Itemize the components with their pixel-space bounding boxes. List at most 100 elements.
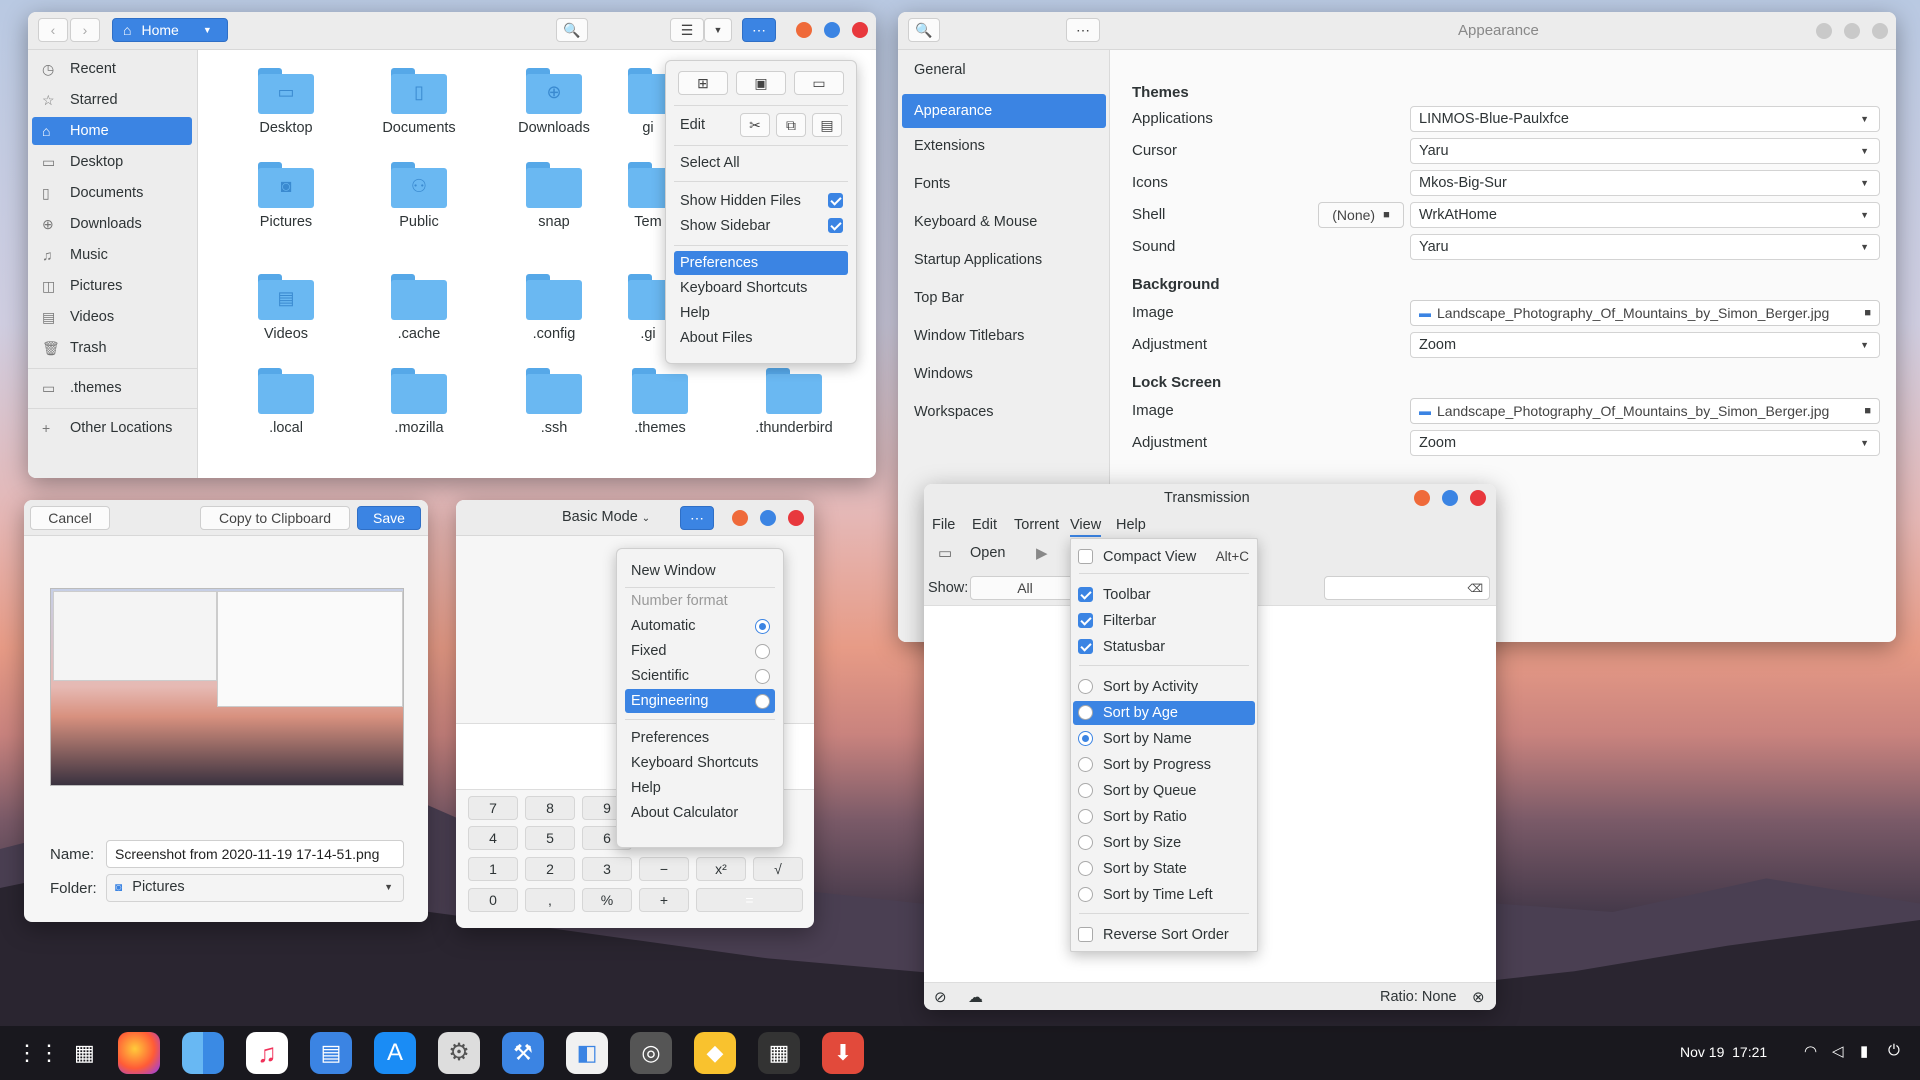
copy-to-clipboard-button[interactable]: Copy to Clipboard <box>200 506 350 530</box>
sort-age-radio[interactable] <box>1078 705 1093 720</box>
sort-queue-radio[interactable] <box>1078 783 1093 798</box>
path-bar-home[interactable]: ⌂ Home ▼ <box>112 18 228 42</box>
menu-item-sort-size[interactable]: Sort by Size <box>1097 831 1249 855</box>
app-grid-icon[interactable]: ⋮⋮ <box>16 1040 60 1066</box>
nav-top-bar[interactable]: Top Bar <box>902 284 1106 312</box>
folder-item[interactable]: .themes <box>600 368 720 436</box>
firefox-icon[interactable] <box>118 1032 160 1074</box>
bg-image-file-button[interactable]: ▬ Landscape_Photography_Of_Mountains_by_… <box>1410 300 1880 326</box>
nav-window-titlebars[interactable]: Window Titlebars <box>902 322 1106 350</box>
menu-item-fixed[interactable]: Fixed <box>625 639 775 663</box>
save-button[interactable]: Save <box>357 506 421 530</box>
close-button[interactable] <box>852 22 868 38</box>
sidebar-item-music[interactable]: ♫ Music <box>32 241 192 269</box>
volume-icon[interactable]: ◁ <box>1832 1042 1844 1060</box>
nav-startup-applications[interactable]: Startup Applications <box>902 246 1106 274</box>
sort-time-left-radio[interactable] <box>1078 887 1093 902</box>
menu-item-sort-ratio[interactable]: Sort by Ratio <box>1097 805 1249 829</box>
back-button[interactable]: ‹ <box>38 18 68 42</box>
key-subtract[interactable]: − <box>639 857 689 881</box>
menu-item-show-sidebar[interactable]: Show Sidebar <box>674 214 848 238</box>
search-button[interactable]: 🔍 <box>908 18 940 42</box>
wifi-icon[interactable]: ◠ <box>1804 1042 1817 1060</box>
menu-item-sort-age[interactable]: Sort by Age <box>1097 701 1249 725</box>
sidebar-item-pictures[interactable]: ◫ Pictures <box>32 272 192 300</box>
music-icon[interactable]: ♫ <box>246 1032 288 1074</box>
folder-item[interactable]: .thunderbird <box>734 368 854 436</box>
folder-item[interactable]: .cache <box>359 274 479 342</box>
key-add[interactable]: + <box>639 888 689 912</box>
menu-item-show-hidden-files[interactable]: Show Hidden Files <box>674 189 848 213</box>
engineering-radio[interactable] <box>755 694 770 709</box>
sort-name-radio[interactable] <box>1078 731 1093 746</box>
minimize-button[interactable] <box>732 510 748 526</box>
sound-combo[interactable]: Yaru <box>1410 234 1880 260</box>
scientific-radio[interactable] <box>755 669 770 684</box>
nav-keyboard-mouse[interactable]: Keyboard & Mouse <box>902 208 1106 236</box>
sketch-icon[interactable]: ◆ <box>694 1032 736 1074</box>
sort-state-radio[interactable] <box>1078 861 1093 876</box>
more-menu-button[interactable]: ⋯ <box>1066 18 1100 42</box>
folder-item[interactable]: Tem <box>628 162 668 230</box>
nav-general[interactable]: General <box>902 56 1106 84</box>
menu-item-help[interactable]: Help <box>625 776 775 800</box>
menu-item-preferences[interactable]: Preferences <box>674 251 848 275</box>
more-menu-button[interactable]: ⋯ <box>742 18 776 42</box>
screenshot-icon[interactable]: ◎ <box>630 1032 672 1074</box>
paste-button[interactable]: ▤ <box>812 113 842 137</box>
cursor-combo[interactable]: Yaru <box>1410 138 1880 164</box>
filterbar-checkbox[interactable] <box>1078 613 1093 628</box>
maximize-button[interactable] <box>1844 23 1860 39</box>
menu-help[interactable]: Help <box>1116 517 1146 533</box>
sidebar-item-starred[interactable]: ☆ Starred <box>32 86 192 114</box>
view-options-button[interactable]: ▼ <box>704 18 732 42</box>
tweaks-icon[interactable]: ⚒ <box>502 1032 544 1074</box>
key-2[interactable]: 2 <box>525 857 575 881</box>
key-8[interactable]: 8 <box>525 796 575 820</box>
shell-combo[interactable]: WrkAtHome <box>1410 202 1880 228</box>
maximize-button[interactable] <box>1442 490 1458 506</box>
folder-item[interactable]: .config <box>494 274 614 342</box>
menu-torrent[interactable]: Torrent <box>1014 517 1059 533</box>
key-percent[interactable]: % <box>582 888 632 912</box>
key-decimal[interactable]: , <box>525 888 575 912</box>
key-equals[interactable]: = <box>696 888 803 912</box>
name-input[interactable]: Screenshot from 2020-11-19 17-14-51.png <box>106 840 404 868</box>
menu-item-select-all[interactable]: Select All <box>674 151 848 175</box>
statusbar-checkbox[interactable] <box>1078 639 1093 654</box>
mode-selector[interactable]: Basic Mode ⌄ <box>562 509 650 525</box>
lock-adjustment-combo[interactable]: Zoom <box>1410 430 1880 456</box>
forward-button[interactable]: › <box>70 18 100 42</box>
toolbar-checkbox[interactable] <box>1078 587 1093 602</box>
filter-search-input[interactable]: ⌫ <box>1324 576 1490 600</box>
menu-item-preferences[interactable]: Preferences <box>625 726 775 750</box>
battery-icon[interactable]: ▮ <box>1860 1042 1868 1060</box>
folder-combo[interactable]: ◙ Pictures <box>106 874 404 902</box>
clock[interactable]: Nov 19 17:21 <box>1680 1044 1767 1060</box>
maximize-button[interactable] <box>824 22 840 38</box>
nav-windows[interactable]: Windows <box>902 360 1106 388</box>
bg-adjustment-combo[interactable]: Zoom <box>1410 332 1880 358</box>
fixed-radio[interactable] <box>755 644 770 659</box>
preview-icon[interactable]: ◧ <box>566 1032 608 1074</box>
cut-button[interactable]: ✂ <box>740 113 770 137</box>
folder-item[interactable]: ◙ Pictures <box>226 162 346 230</box>
nav-fonts[interactable]: Fonts <box>902 170 1106 198</box>
app-store-icon[interactable]: A <box>374 1032 416 1074</box>
folder-item[interactable]: ▭ Desktop <box>226 68 346 136</box>
sidebar-item-videos[interactable]: ▤ Videos <box>32 303 192 331</box>
menu-item-keyboard-shortcuts[interactable]: Keyboard Shortcuts <box>625 751 775 775</box>
menu-item-about[interactable]: About Files <box>674 326 848 350</box>
menu-item-filterbar[interactable]: Filterbar <box>1097 609 1249 633</box>
menu-item-sort-time-left[interactable]: Sort by Time Left <box>1097 883 1249 907</box>
menu-item-sort-name[interactable]: Sort by Name <box>1097 727 1249 751</box>
menu-item-about[interactable]: About Calculator <box>625 801 775 825</box>
nav-appearance[interactable]: Appearance <box>902 94 1106 128</box>
menu-view[interactable]: View <box>1070 517 1102 537</box>
menu-item-sort-queue[interactable]: Sort by Queue <box>1097 779 1249 803</box>
compact-view-checkbox[interactable] <box>1078 549 1093 564</box>
key-4[interactable]: 4 <box>468 826 518 850</box>
sidebar-item-documents[interactable]: ▯ Documents <box>32 179 192 207</box>
sort-activity-radio[interactable] <box>1078 679 1093 694</box>
menu-item-engineering[interactable]: Engineering <box>625 689 775 713</box>
